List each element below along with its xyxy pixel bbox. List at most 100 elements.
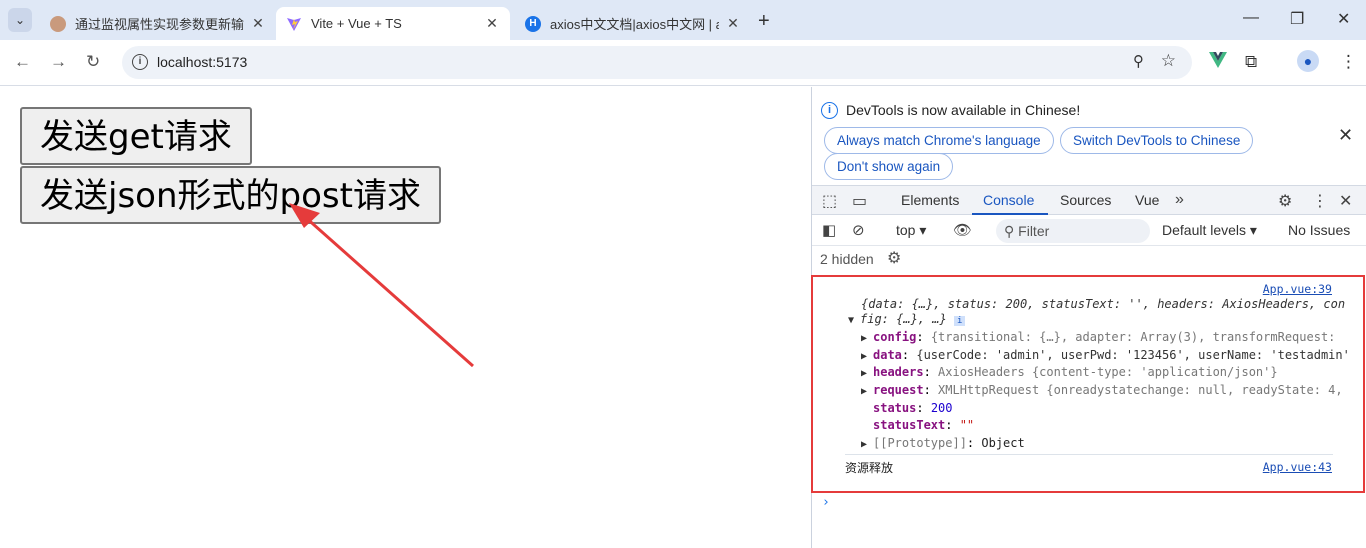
console-settings-gear-icon[interactable]: ⚙ — [887, 248, 901, 268]
zoom-icon[interactable]: ⚲ — [1133, 52, 1144, 70]
prop-value: {transitional: {…}, adapter: Array(3), t… — [930, 330, 1336, 344]
prop-value: AxiosHeaders {content-type: 'application… — [938, 365, 1278, 379]
prop-key: request — [873, 383, 924, 397]
expand-triangle-icon[interactable]: ▶ — [861, 333, 873, 344]
dont-show-again-button[interactable]: Don't show again — [824, 153, 954, 180]
close-tab-icon[interactable]: ✕ — [250, 15, 266, 32]
prop-prototype[interactable]: ▶ [[Prototype]]: Object — [861, 436, 1025, 450]
tab-sources[interactable]: Sources — [1060, 192, 1111, 208]
expand-triangle-icon[interactable]: ▶ — [861, 439, 873, 450]
expand-triangle-icon[interactable]: ▶ — [861, 368, 873, 379]
context-selector[interactable]: top ▾ — [896, 222, 926, 239]
expand-triangle-icon[interactable]: ▶ — [861, 351, 873, 362]
switch-to-chinese-button[interactable]: Switch DevTools to Chinese — [1060, 127, 1254, 154]
more-tabs-chevron-icon[interactable]: » — [1175, 191, 1184, 209]
new-tab-button[interactable]: + — [758, 10, 770, 33]
prop-config[interactable]: ▶ config: {transitional: {…}, adapter: Ar… — [861, 330, 1335, 344]
hidden-messages-count: 2 hidden — [820, 251, 874, 267]
send-get-button[interactable]: 发送get请求 — [20, 107, 252, 165]
active-tab-underline — [972, 213, 1048, 215]
tab-vite-vue-ts[interactable]: Vite + Vue + TS ✕ — [276, 7, 510, 40]
prop-value: {userCode: 'admin', userPwd: '123456', u… — [916, 348, 1350, 362]
close-devtools-icon[interactable]: ✕ — [1339, 191, 1352, 211]
message-divider — [845, 454, 1333, 455]
prop-data[interactable]: ▶ data: {userCode: 'admin', userPwd: '123… — [861, 348, 1350, 362]
info-badge-icon: i — [953, 316, 966, 326]
prop-key: [[Prototype]] — [873, 436, 967, 450]
console-prompt-chevron-icon[interactable]: › — [822, 495, 830, 510]
prop-key: data — [873, 348, 902, 362]
object-summary-line1[interactable]: {data: {…}, status: 200, statusText: '',… — [861, 297, 1345, 311]
prop-key: status — [873, 401, 917, 415]
log-message: 资源释放 — [845, 461, 894, 475]
site-info-icon[interactable]: i — [132, 54, 148, 70]
devtools-panel: i DevTools is now available in Chinese! … — [811, 87, 1366, 548]
reload-icon[interactable]: ↻ — [86, 52, 100, 72]
prop-status: status: 200 — [873, 401, 953, 415]
close-tab-icon[interactable]: ✕ — [725, 15, 741, 32]
device-toolbar-icon[interactable]: ▭ — [852, 191, 867, 211]
more-menu-icon[interactable]: ⋮ — [1340, 52, 1357, 72]
source-link[interactable]: App.vue:43 — [1263, 460, 1332, 474]
close-infobar-icon[interactable]: ✕ — [1338, 125, 1353, 146]
axios-favicon-icon: H — [525, 15, 541, 32]
extensions-puzzle-icon[interactable]: ⧉ — [1245, 52, 1257, 72]
prop-value: "" — [959, 418, 975, 432]
back-icon[interactable]: ← — [14, 52, 31, 72]
prop-headers[interactable]: ▶ headers: AxiosHeaders {content-type: 'a… — [861, 365, 1278, 379]
prop-value: 200 — [930, 401, 953, 415]
clear-console-icon[interactable]: ⊘ — [852, 221, 865, 239]
close-tab-icon[interactable]: ✕ — [484, 15, 500, 32]
tab-strip: ⌄ 通过监视属性实现参数更新输出 ✕ Vite + Vue + TS ✕ H a… — [0, 0, 1366, 40]
restore-icon[interactable]: ❐ — [1290, 9, 1304, 29]
prop-status-text: statusText: "" — [873, 418, 975, 432]
profile-avatar-icon[interactable]: ● — [1297, 50, 1319, 72]
filter-input[interactable]: ⚲ Filter — [996, 219, 1150, 243]
prop-key: config — [873, 330, 917, 344]
address-bar[interactable]: i localhost:5173 ⚲ ☆ — [122, 46, 1192, 79]
infobar-message: DevTools is now available in Chinese! — [846, 102, 1081, 118]
devtools-language-infobar: i DevTools is now available in Chinese! … — [812, 87, 1366, 185]
always-match-language-button[interactable]: Always match Chrome's language — [824, 127, 1054, 154]
close-window-icon[interactable]: ✕ — [1337, 9, 1350, 29]
object-summary-line2[interactable]: ▼ fig: {…}, …} i — [848, 312, 966, 326]
tab-console[interactable]: Console — [983, 192, 1034, 208]
expand-triangle-icon[interactable]: ▶ — [861, 386, 873, 397]
prop-request[interactable]: ▶ request: XMLHttpRequest {onreadystatech… — [861, 383, 1343, 397]
context-label: top — [896, 222, 916, 238]
bookmark-star-icon[interactable]: ☆ — [1161, 51, 1176, 71]
prop-key: headers — [873, 365, 924, 379]
log-levels-dropdown[interactable]: Default levels ▾ — [1162, 222, 1257, 239]
vite-logo-icon — [286, 16, 302, 32]
console-output: App.vue:39 {data: {…}, status: 200, stat… — [811, 273, 1366, 548]
filter-placeholder: Filter — [1018, 223, 1050, 239]
prop-value: Object — [981, 436, 1025, 450]
vue-devtools-extension-icon[interactable] — [1209, 52, 1227, 73]
inspect-element-icon[interactable]: ⬚ — [822, 191, 837, 211]
sidebar-toggle-icon[interactable]: ◧ — [822, 221, 836, 239]
tab-search-chevron-icon[interactable]: ⌄ — [8, 8, 32, 32]
levels-label: Default levels — [1162, 222, 1247, 238]
minimize-icon[interactable]: — — [1243, 9, 1259, 27]
page-content: 发送get请求 发送json形式的post请求 — [0, 87, 811, 548]
summary-text: fig: {…}, …} — [860, 312, 947, 326]
console-toolbar: ◧ ⊘ top ▾ 👁 ⚲ Filter Default levels ▾ No… — [812, 216, 1366, 246]
prop-key: statusText — [873, 418, 946, 432]
expand-triangle-icon[interactable]: ▼ — [848, 315, 860, 326]
info-icon: i — [821, 102, 838, 119]
devtools-menu-icon[interactable]: ⋮ — [1312, 191, 1328, 211]
prop-value: XMLHttpRequest {onreadystatechange: null… — [938, 383, 1343, 397]
avatar-favicon-icon — [50, 15, 66, 32]
tab-elements[interactable]: Elements — [901, 192, 959, 208]
source-link[interactable]: App.vue:39 — [1263, 282, 1332, 296]
tab-watch-props[interactable]: 通过监视属性实现参数更新输出 ✕ — [40, 7, 276, 40]
tab-axios-docs[interactable]: H axios中文文档|axios中文网 | ax ✕ — [515, 7, 751, 40]
live-expression-eye-icon[interactable]: 👁 — [953, 221, 972, 239]
tab-vue[interactable]: Vue — [1135, 192, 1159, 208]
forward-icon[interactable]: → — [50, 52, 67, 72]
settings-gear-icon[interactable]: ⚙ — [1278, 191, 1292, 211]
url-text[interactable]: localhost:5173 — [157, 54, 247, 70]
send-post-json-button[interactable]: 发送json形式的post请求 — [20, 166, 441, 224]
issues-button[interactable]: No Issues — [1288, 222, 1350, 238]
browser-toolbar: ← → ↻ i localhost:5173 ⚲ ☆ ⧉ ● ⋮ — [0, 40, 1366, 86]
